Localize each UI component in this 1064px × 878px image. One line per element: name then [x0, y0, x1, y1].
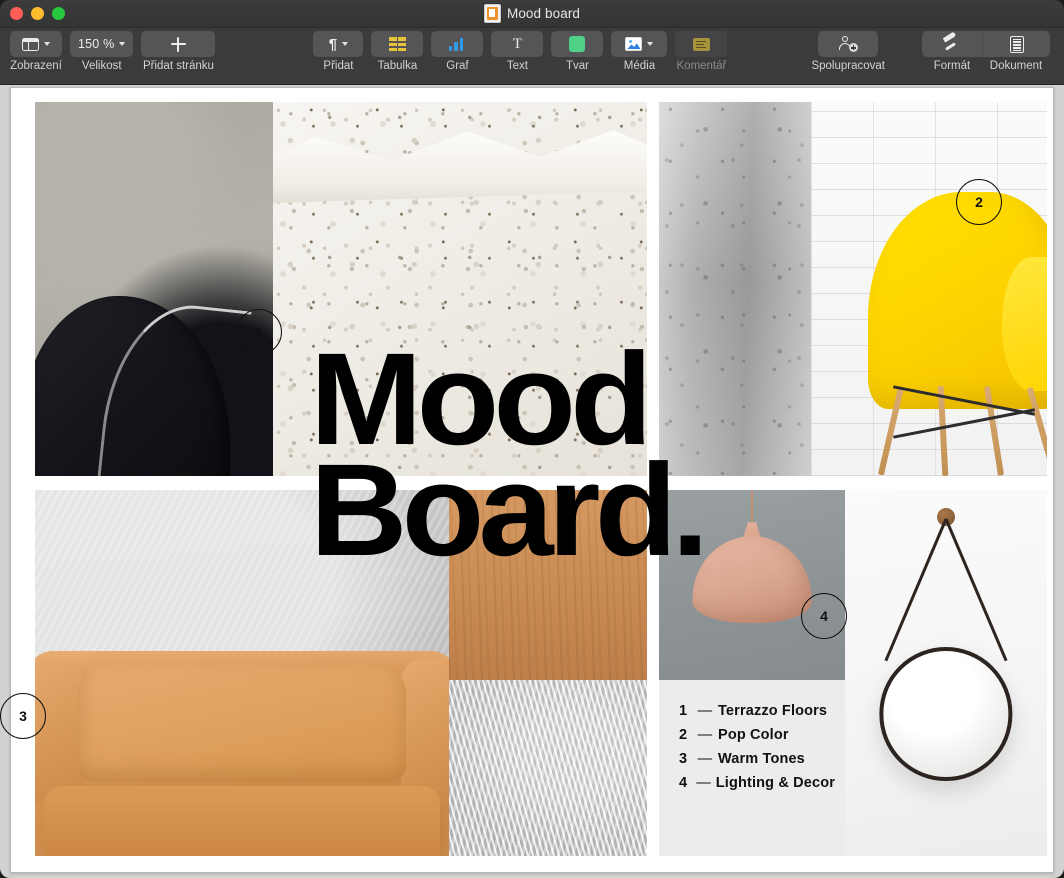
legend-number: 2: [679, 724, 692, 746]
toolbar-item-zoom[interactable]: 150 % Velikost: [70, 28, 133, 72]
mirror-strap-left: [945, 519, 1008, 662]
lamp-shade: [692, 536, 811, 623]
shape-icon: [569, 36, 585, 52]
list-item: 1 — Terrazzo Floors: [679, 700, 835, 722]
collaborate-person-add-icon: [839, 36, 858, 52]
texture-stack: [449, 490, 647, 856]
zoom-level-icon: 150 %: [78, 37, 114, 51]
toolbar-label-add-page: Přidat stránku: [143, 60, 214, 72]
toolbar-item-comment[interactable]: Komentář: [675, 28, 727, 72]
main-toolbar: Zobrazení 150 % Velikost Přidat stránku …: [0, 28, 1064, 85]
list-item: 3 — Warm Tones: [679, 748, 835, 770]
toolbar-label-comment: Komentář: [677, 60, 727, 72]
view-layout-icon: [22, 38, 39, 51]
chevron-down-icon: [342, 42, 348, 46]
toolbar-item-collaborate[interactable]: Spolupracovat: [811, 28, 885, 72]
chair-legs: [877, 386, 1047, 476]
mirror-face: [879, 647, 1012, 780]
list-item: 2 — Pop Color: [679, 724, 835, 746]
callout-badge-1[interactable]: 1: [236, 309, 282, 355]
pink-pendant-lamp-photo[interactable]: [659, 490, 845, 680]
fur-texture-photo[interactable]: [449, 680, 647, 856]
legend-label: Warm Tones: [718, 748, 805, 770]
toolbar-item-media[interactable]: Média: [611, 28, 667, 72]
plus-icon: [171, 37, 186, 52]
legend-dash: —: [692, 700, 718, 722]
chart-icon: [449, 37, 466, 51]
terrazzo-slab-photo[interactable]: [273, 102, 647, 476]
toolbar-item-document[interactable]: Dokument: [982, 28, 1050, 72]
toolbar-item-view[interactable]: Zobrazení: [10, 28, 62, 72]
list-item: 4 — Lighting & Decor: [679, 772, 835, 794]
chevron-down-icon: [119, 42, 125, 46]
yellow-chair-seat: [868, 192, 1047, 409]
toolbar-item-insert[interactable]: ¶ Přidat: [313, 28, 363, 72]
toolbar-item-shape[interactable]: Tvar: [551, 28, 603, 72]
toolbar-item-chart[interactable]: Graf: [431, 28, 483, 72]
toolbar-label-zoom: Velikost: [82, 60, 122, 72]
black-leather-chair-photo[interactable]: [35, 102, 273, 476]
legend-label: Pop Color: [718, 724, 789, 746]
toolbar-label-media: Média: [624, 60, 655, 72]
pages-window: Mood board Zobrazení 150 % Velikost: [0, 0, 1064, 878]
window-title-group: Mood board: [0, 0, 1064, 27]
legend-dash: —: [691, 772, 716, 794]
toolbar-label-chart: Graf: [446, 60, 468, 72]
collage-gutter: [647, 490, 659, 856]
collage-gutter: [647, 102, 659, 476]
text-icon: T: [513, 37, 522, 52]
pages-document-icon: [484, 4, 501, 23]
legend-dash: —: [692, 748, 718, 770]
legend-list: 1 — Terrazzo Floors 2 — Pop Color: [679, 700, 835, 794]
toolbar-item-text[interactable]: T Text: [491, 28, 543, 72]
tan-sofa-photo[interactable]: [35, 490, 449, 856]
toolbar-label-text: Text: [507, 60, 528, 72]
toolbar-item-format[interactable]: Formát: [922, 28, 982, 72]
chevron-down-icon: [647, 42, 653, 46]
media-photo-icon: [625, 37, 642, 51]
yellow-chair-photo[interactable]: [811, 102, 1047, 476]
mirror-strap-right: [885, 519, 948, 662]
table-icon: [389, 37, 406, 51]
toolbar-label-shape: Tvar: [566, 60, 589, 72]
format-brush-icon: [943, 36, 961, 52]
toolbar-label-collaborate: Spolupracovat: [811, 60, 885, 72]
tan-sofa: [35, 651, 449, 856]
document-page[interactable]: 1 — Terrazzo Floors 2 — Pop Color: [10, 87, 1054, 873]
callout-badge-2[interactable]: 2: [956, 179, 1002, 225]
lamp-legend-stack: 1 — Terrazzo Floors 2 — Pop Color: [659, 490, 845, 856]
toolbar-label-insert: Přidat: [323, 60, 353, 72]
window-titlebar: Mood board: [0, 0, 1064, 28]
round-strap-mirror-photo[interactable]: [845, 490, 1047, 856]
toolbar-label-view: Zobrazení: [10, 60, 62, 72]
legend-number: 3: [679, 748, 692, 770]
photo-collage: 1 — Terrazzo Floors 2 — Pop Color: [35, 102, 1047, 856]
toolbar-label-format: Formát: [934, 60, 970, 72]
legend-label: Terrazzo Floors: [718, 700, 827, 722]
toolbar-label-document: Dokument: [990, 60, 1042, 72]
window-title: Mood board: [507, 6, 580, 21]
toolbar-item-table[interactable]: Tabulka: [371, 28, 423, 72]
wood-grain-photo[interactable]: [449, 490, 647, 680]
legend-dash: —: [692, 724, 718, 746]
concrete-texture-photo[interactable]: [659, 102, 811, 476]
document-icon: [1010, 36, 1024, 53]
comment-icon: [693, 38, 710, 51]
collage-row-bottom: 1 — Terrazzo Floors 2 — Pop Color: [35, 490, 1047, 856]
chevron-down-icon: [44, 42, 50, 46]
callout-badge-3[interactable]: 3: [0, 693, 46, 739]
legend-number: 1: [679, 700, 692, 722]
toolbar-label-table: Tabulka: [378, 60, 418, 72]
collage-row-top: [35, 102, 1047, 476]
legend-panel: 1 — Terrazzo Floors 2 — Pop Color: [659, 680, 845, 856]
legend-label: Lighting & Decor: [716, 772, 835, 794]
legend-number: 4: [679, 772, 691, 794]
toolbar-item-add-page[interactable]: Přidat stránku: [141, 28, 215, 72]
callout-badge-4[interactable]: 4: [801, 593, 847, 639]
paragraph-icon: ¶: [329, 37, 337, 52]
document-canvas[interactable]: 1 — Terrazzo Floors 2 — Pop Color: [0, 85, 1064, 878]
